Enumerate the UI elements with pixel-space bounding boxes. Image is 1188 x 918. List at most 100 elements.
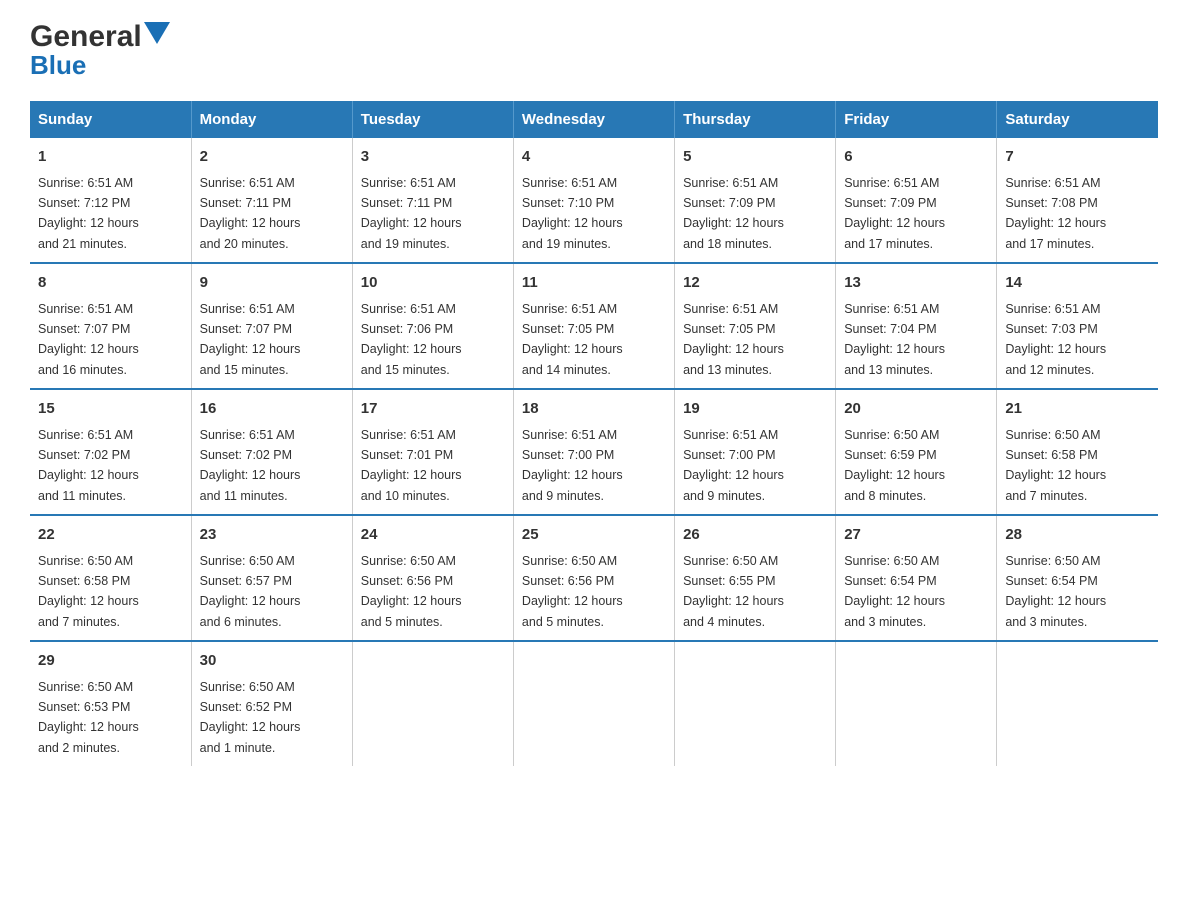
day-number: 4 (522, 146, 666, 169)
day-number: 9 (200, 272, 344, 295)
day-number: 18 (522, 398, 666, 421)
calendar-cell-5-2: 30 Sunrise: 6:50 AMSunset: 6:52 PMDaylig… (191, 641, 352, 766)
day-info: Sunrise: 6:51 AMSunset: 7:05 PMDaylight:… (522, 302, 623, 377)
day-number: 24 (361, 524, 505, 547)
day-number: 19 (683, 398, 827, 421)
calendar-header-tuesday: Tuesday (352, 101, 513, 138)
day-info: Sunrise: 6:51 AMSunset: 7:07 PMDaylight:… (38, 302, 139, 377)
day-info: Sunrise: 6:50 AMSunset: 6:55 PMDaylight:… (683, 554, 784, 629)
calendar-cell-5-7 (997, 641, 1158, 766)
calendar-cell-1-5: 5 Sunrise: 6:51 AMSunset: 7:09 PMDayligh… (675, 138, 836, 263)
logo-triangle-icon (144, 22, 170, 48)
calendar-cell-3-5: 19 Sunrise: 6:51 AMSunset: 7:00 PMDaylig… (675, 389, 836, 515)
calendar-cell-1-1: 1 Sunrise: 6:51 AMSunset: 7:12 PMDayligh… (30, 138, 191, 263)
day-number: 5 (683, 146, 827, 169)
day-number: 21 (1005, 398, 1150, 421)
calendar-cell-5-3 (352, 641, 513, 766)
calendar-week-row-2: 8 Sunrise: 6:51 AMSunset: 7:07 PMDayligh… (30, 263, 1158, 389)
calendar-header-wednesday: Wednesday (513, 101, 674, 138)
day-info: Sunrise: 6:50 AMSunset: 6:54 PMDaylight:… (1005, 554, 1106, 629)
calendar-cell-5-1: 29 Sunrise: 6:50 AMSunset: 6:53 PMDaylig… (30, 641, 191, 766)
calendar-cell-3-2: 16 Sunrise: 6:51 AMSunset: 7:02 PMDaylig… (191, 389, 352, 515)
day-number: 1 (38, 146, 183, 169)
day-number: 10 (361, 272, 505, 295)
day-info: Sunrise: 6:50 AMSunset: 6:59 PMDaylight:… (844, 428, 945, 503)
calendar-header-friday: Friday (836, 101, 997, 138)
calendar-cell-3-7: 21 Sunrise: 6:50 AMSunset: 6:58 PMDaylig… (997, 389, 1158, 515)
day-info: Sunrise: 6:51 AMSunset: 7:11 PMDaylight:… (200, 176, 301, 251)
calendar-header-row: SundayMondayTuesdayWednesdayThursdayFrid… (30, 101, 1158, 138)
day-info: Sunrise: 6:51 AMSunset: 7:10 PMDaylight:… (522, 176, 623, 251)
calendar-header-sunday: Sunday (30, 101, 191, 138)
day-number: 13 (844, 272, 988, 295)
day-info: Sunrise: 6:51 AMSunset: 7:02 PMDaylight:… (38, 428, 139, 503)
day-info: Sunrise: 6:51 AMSunset: 7:11 PMDaylight:… (361, 176, 462, 251)
calendar-header-saturday: Saturday (997, 101, 1158, 138)
day-number: 2 (200, 146, 344, 169)
day-info: Sunrise: 6:51 AMSunset: 7:06 PMDaylight:… (361, 302, 462, 377)
day-number: 3 (361, 146, 505, 169)
calendar-cell-4-6: 27 Sunrise: 6:50 AMSunset: 6:54 PMDaylig… (836, 515, 997, 641)
day-info: Sunrise: 6:50 AMSunset: 6:56 PMDaylight:… (361, 554, 462, 629)
day-number: 30 (200, 650, 344, 673)
calendar-cell-5-6 (836, 641, 997, 766)
day-number: 28 (1005, 524, 1150, 547)
header: General Blue (30, 20, 1158, 81)
day-number: 12 (683, 272, 827, 295)
calendar-cell-3-1: 15 Sunrise: 6:51 AMSunset: 7:02 PMDaylig… (30, 389, 191, 515)
day-info: Sunrise: 6:51 AMSunset: 7:12 PMDaylight:… (38, 176, 139, 251)
calendar-cell-1-6: 6 Sunrise: 6:51 AMSunset: 7:09 PMDayligh… (836, 138, 997, 263)
day-info: Sunrise: 6:51 AMSunset: 7:00 PMDaylight:… (683, 428, 784, 503)
calendar-cell-3-6: 20 Sunrise: 6:50 AMSunset: 6:59 PMDaylig… (836, 389, 997, 515)
day-number: 11 (522, 272, 666, 295)
day-info: Sunrise: 6:51 AMSunset: 7:07 PMDaylight:… (200, 302, 301, 377)
day-number: 14 (1005, 272, 1150, 295)
day-number: 27 (844, 524, 988, 547)
day-info: Sunrise: 6:51 AMSunset: 7:08 PMDaylight:… (1005, 176, 1106, 251)
day-info: Sunrise: 6:51 AMSunset: 7:04 PMDaylight:… (844, 302, 945, 377)
day-info: Sunrise: 6:51 AMSunset: 7:01 PMDaylight:… (361, 428, 462, 503)
calendar-cell-3-3: 17 Sunrise: 6:51 AMSunset: 7:01 PMDaylig… (352, 389, 513, 515)
calendar-cell-2-7: 14 Sunrise: 6:51 AMSunset: 7:03 PMDaylig… (997, 263, 1158, 389)
calendar-week-row-1: 1 Sunrise: 6:51 AMSunset: 7:12 PMDayligh… (30, 138, 1158, 263)
day-info: Sunrise: 6:50 AMSunset: 6:54 PMDaylight:… (844, 554, 945, 629)
day-number: 26 (683, 524, 827, 547)
day-info: Sunrise: 6:50 AMSunset: 6:52 PMDaylight:… (200, 680, 301, 755)
calendar-cell-2-5: 12 Sunrise: 6:51 AMSunset: 7:05 PMDaylig… (675, 263, 836, 389)
calendar-cell-2-4: 11 Sunrise: 6:51 AMSunset: 7:05 PMDaylig… (513, 263, 674, 389)
day-info: Sunrise: 6:51 AMSunset: 7:09 PMDaylight:… (844, 176, 945, 251)
calendar-cell-1-3: 3 Sunrise: 6:51 AMSunset: 7:11 PMDayligh… (352, 138, 513, 263)
day-info: Sunrise: 6:50 AMSunset: 6:56 PMDaylight:… (522, 554, 623, 629)
day-number: 6 (844, 146, 988, 169)
day-number: 17 (361, 398, 505, 421)
calendar-cell-5-5 (675, 641, 836, 766)
calendar-week-row-4: 22 Sunrise: 6:50 AMSunset: 6:58 PMDaylig… (30, 515, 1158, 641)
calendar-cell-4-7: 28 Sunrise: 6:50 AMSunset: 6:54 PMDaylig… (997, 515, 1158, 641)
calendar-cell-3-4: 18 Sunrise: 6:51 AMSunset: 7:00 PMDaylig… (513, 389, 674, 515)
calendar-cell-2-3: 10 Sunrise: 6:51 AMSunset: 7:06 PMDaylig… (352, 263, 513, 389)
day-number: 16 (200, 398, 344, 421)
calendar-cell-4-1: 22 Sunrise: 6:50 AMSunset: 6:58 PMDaylig… (30, 515, 191, 641)
day-info: Sunrise: 6:51 AMSunset: 7:00 PMDaylight:… (522, 428, 623, 503)
day-number: 25 (522, 524, 666, 547)
day-number: 22 (38, 524, 183, 547)
calendar-cell-2-6: 13 Sunrise: 6:51 AMSunset: 7:04 PMDaylig… (836, 263, 997, 389)
calendar-header-monday: Monday (191, 101, 352, 138)
calendar-cell-4-5: 26 Sunrise: 6:50 AMSunset: 6:55 PMDaylig… (675, 515, 836, 641)
day-info: Sunrise: 6:51 AMSunset: 7:02 PMDaylight:… (200, 428, 301, 503)
day-info: Sunrise: 6:51 AMSunset: 7:05 PMDaylight:… (683, 302, 784, 377)
calendar-header-thursday: Thursday (675, 101, 836, 138)
calendar-cell-4-4: 25 Sunrise: 6:50 AMSunset: 6:56 PMDaylig… (513, 515, 674, 641)
calendar-week-row-3: 15 Sunrise: 6:51 AMSunset: 7:02 PMDaylig… (30, 389, 1158, 515)
calendar-cell-1-7: 7 Sunrise: 6:51 AMSunset: 7:08 PMDayligh… (997, 138, 1158, 263)
day-info: Sunrise: 6:50 AMSunset: 6:53 PMDaylight:… (38, 680, 139, 755)
day-number: 29 (38, 650, 183, 673)
calendar-week-row-5: 29 Sunrise: 6:50 AMSunset: 6:53 PMDaylig… (30, 641, 1158, 766)
day-number: 20 (844, 398, 988, 421)
day-info: Sunrise: 6:51 AMSunset: 7:03 PMDaylight:… (1005, 302, 1106, 377)
day-number: 23 (200, 524, 344, 547)
calendar-cell-1-4: 4 Sunrise: 6:51 AMSunset: 7:10 PMDayligh… (513, 138, 674, 263)
calendar-cell-5-4 (513, 641, 674, 766)
day-number: 15 (38, 398, 183, 421)
day-info: Sunrise: 6:50 AMSunset: 6:58 PMDaylight:… (38, 554, 139, 629)
